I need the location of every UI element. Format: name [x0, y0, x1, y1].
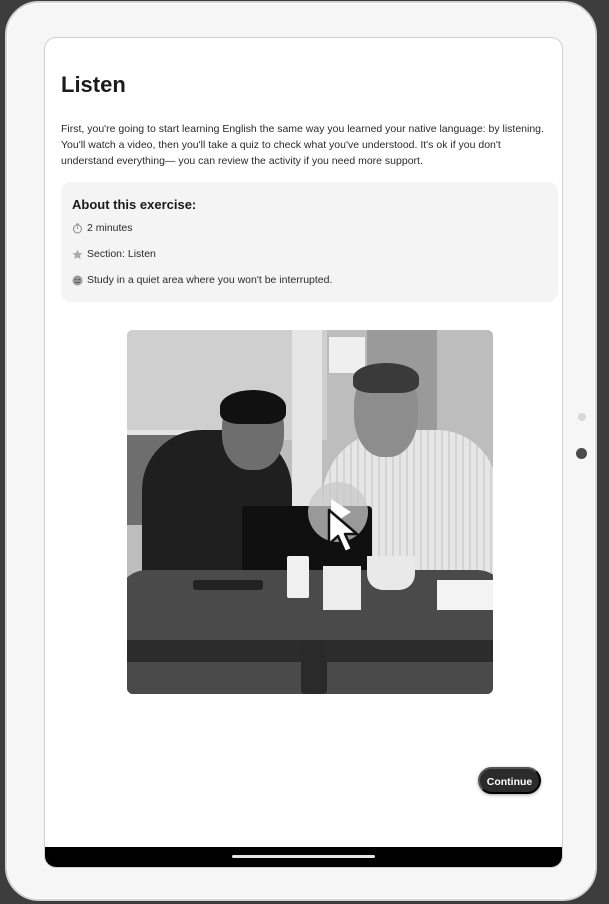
- section-text: Section: Listen: [87, 248, 156, 260]
- duration-row: 2 minutes: [72, 222, 133, 234]
- tip-row: Study in a quiet area where you won't be…: [72, 274, 332, 286]
- home-indicator[interactable]: [232, 855, 375, 858]
- tip-text: Study in a quiet area where you won't be…: [87, 274, 333, 286]
- camera-dot: [576, 448, 587, 459]
- about-title: About this exercise:: [72, 197, 197, 212]
- video-player[interactable]: [127, 330, 493, 694]
- continue-button[interactable]: Continue: [478, 767, 541, 794]
- page-title: Listen: [61, 72, 126, 97]
- section-row: Section: Listen: [72, 248, 156, 260]
- system-bottom-bar: [45, 847, 562, 867]
- cursor-icon: [327, 508, 359, 554]
- intro-text: First, you're going to start learning En…: [61, 123, 544, 167]
- app-screen: Listen First, you're going to start lear…: [44, 37, 563, 868]
- tablet-frame: Listen First, you're going to start lear…: [5, 1, 597, 901]
- about-panel: About this exercise: 2 minutes Section: …: [61, 182, 558, 302]
- sensor-dot: [578, 413, 586, 421]
- duration-text: 2 minutes: [87, 222, 133, 234]
- face-icon: [72, 275, 83, 286]
- stopwatch-icon: [72, 223, 83, 234]
- star-icon: [72, 249, 83, 260]
